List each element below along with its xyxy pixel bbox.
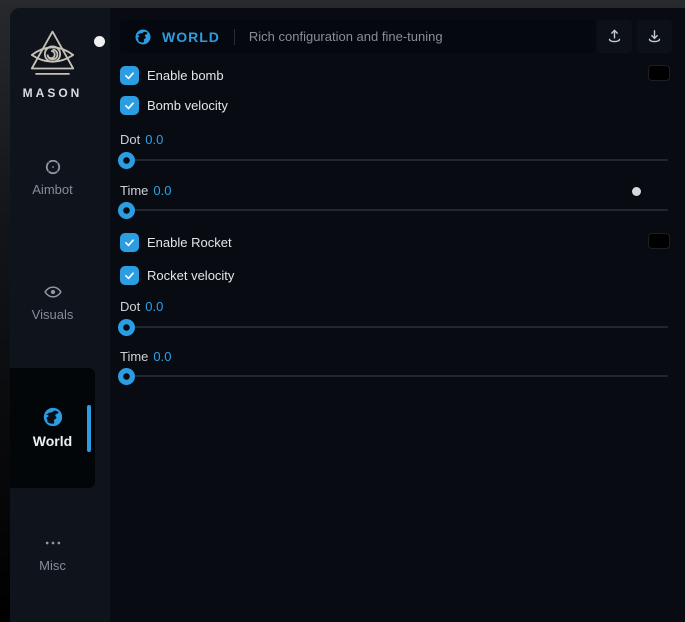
cursor-dot	[632, 187, 641, 196]
dot-slider-thumb[interactable]	[118, 152, 135, 169]
check-icon	[123, 269, 136, 282]
crosshair-icon	[43, 157, 63, 177]
slider-name: Dot	[120, 132, 140, 147]
checkbox-checked[interactable]	[120, 96, 139, 115]
active-tab-indicator	[87, 405, 91, 452]
checkbox-label: Rocket velocity	[147, 268, 234, 283]
dot-slider-track[interactable]	[120, 326, 668, 328]
checkbox-row-enable-rocket: Enable Rocket	[120, 233, 232, 252]
page-title: WORLD	[162, 29, 220, 45]
time-slider-track[interactable]	[120, 375, 668, 377]
slider-name: Dot	[120, 299, 140, 314]
brand-name: MASON	[10, 86, 95, 100]
checkbox-label: Enable Rocket	[147, 235, 232, 250]
slider-label-dot: Dot 0.0	[120, 300, 163, 314]
upload-icon	[606, 28, 623, 45]
download-icon	[646, 28, 663, 45]
dot-slider-thumb[interactable]	[118, 319, 135, 336]
eye-icon	[43, 282, 63, 302]
time-slider-thumb[interactable]	[118, 368, 135, 385]
slider-name: Time	[120, 349, 148, 364]
slider-label-dot: Dot 0.0	[120, 133, 163, 147]
time-slider-thumb[interactable]	[118, 202, 135, 219]
page-header: WORLD Rich configuration and fine-tuning	[120, 20, 595, 53]
globe-icon	[42, 406, 64, 428]
cursor-dot	[94, 36, 105, 47]
slider-value: 0.0	[145, 299, 163, 314]
sidebar-item-label: Visuals	[10, 307, 95, 322]
sidebar-item-label: Misc	[10, 558, 95, 573]
sidebar-item-label: Aimbot	[10, 182, 95, 197]
checkbox-row-bomb-velocity: Bomb velocity	[120, 96, 228, 115]
sidebar-item-label: World	[10, 433, 95, 449]
sidebar-item-world-active[interactable]: World	[10, 368, 95, 488]
world-settings-panel: WORLD Rich configuration and fine-tuning…	[110, 8, 685, 622]
slider-label-time: Time 0.0	[120, 184, 171, 198]
checkbox-label: Enable bomb	[147, 68, 224, 83]
sidebar-item-aimbot[interactable]: Aimbot	[10, 157, 95, 197]
globe-icon	[134, 28, 152, 46]
checkbox-checked[interactable]	[120, 233, 139, 252]
slider-value: 0.0	[153, 183, 171, 198]
dot-slider-track[interactable]	[120, 159, 668, 161]
sidebar-item-misc[interactable]: Misc	[10, 533, 95, 573]
ellipsis-icon	[43, 533, 63, 553]
mason-eye-pyramid-logo-icon	[24, 28, 81, 82]
checkbox-row-enable-bomb: Enable bomb	[120, 66, 224, 85]
time-slider-track[interactable]	[120, 209, 668, 211]
slider-label-time: Time 0.0	[120, 350, 171, 364]
checkbox-label: Bomb velocity	[147, 98, 228, 113]
slider-value: 0.0	[153, 349, 171, 364]
check-icon	[123, 99, 136, 112]
rocket-color-swatch[interactable]	[648, 233, 670, 249]
upload-config-button[interactable]	[597, 20, 632, 53]
checkbox-row-rocket-velocity: Rocket velocity	[120, 266, 234, 285]
page-subtitle: Rich configuration and fine-tuning	[249, 29, 443, 44]
check-icon	[123, 69, 136, 82]
app-window: MASON Aimbot Visuals World	[10, 8, 685, 622]
sidebar-item-visuals[interactable]: Visuals	[10, 282, 95, 322]
bomb-color-swatch[interactable]	[648, 65, 670, 81]
checkbox-checked[interactable]	[120, 266, 139, 285]
checkbox-checked[interactable]	[120, 66, 139, 85]
sidebar: MASON Aimbot Visuals World	[10, 8, 110, 622]
download-config-button[interactable]	[637, 20, 672, 53]
slider-name: Time	[120, 183, 148, 198]
divider	[234, 29, 235, 45]
slider-value: 0.0	[145, 132, 163, 147]
check-icon	[123, 236, 136, 249]
